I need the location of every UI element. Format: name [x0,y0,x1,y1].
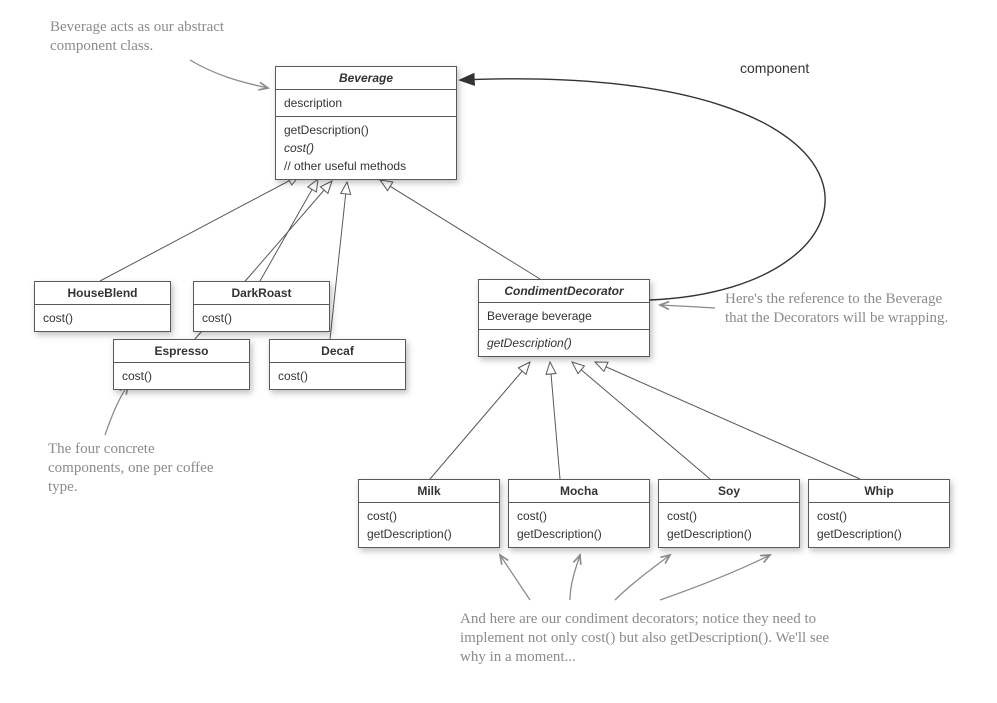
class-method: getDescription() [667,525,791,543]
class-espresso: Espresso cost() [113,339,250,390]
class-method: getDescription() [284,121,448,139]
class-whip: Whip cost() getDescription() [808,479,950,548]
class-method: cost() [284,139,448,157]
class-title: DarkRoast [194,282,329,305]
class-method: cost() [202,309,321,327]
class-title: Beverage [276,67,456,90]
annotation-beverage: Beverage acts as our abstract component … [50,18,270,56]
class-darkroast: DarkRoast cost() [193,281,330,332]
annotation-reference: Here's the reference to the Beverage tha… [725,290,955,328]
annotation-four-concrete: The four concrete components, one per co… [48,440,228,496]
class-condimentdecorator: CondimentDecorator Beverage beverage get… [478,279,650,357]
class-beverage: Beverage description getDescription() co… [275,66,457,180]
class-decaf: Decaf cost() [269,339,406,390]
class-houseblend: HouseBlend cost() [34,281,171,332]
class-method: cost() [817,507,941,525]
class-method: getDescription() [367,525,491,543]
class-method: cost() [43,309,162,327]
class-method: cost() [667,507,791,525]
class-soy: Soy cost() getDescription() [658,479,800,548]
class-method: getDescription() [517,525,641,543]
class-title: Mocha [509,480,649,503]
class-title: Whip [809,480,949,503]
class-method: cost() [367,507,491,525]
class-title: Milk [359,480,499,503]
class-title: Decaf [270,340,405,363]
class-mocha: Mocha cost() getDescription() [508,479,650,548]
class-method: cost() [122,367,241,385]
class-title: HouseBlend [35,282,170,305]
annotation-condiment: And here are our condiment decorators; n… [460,610,840,666]
class-attr: description [284,94,448,112]
component-label: component [740,60,809,76]
class-milk: Milk cost() getDescription() [358,479,500,548]
class-title: Soy [659,480,799,503]
class-method: getDescription() [487,334,641,352]
class-method: // other useful methods [284,157,448,175]
class-attr: Beverage beverage [487,307,641,325]
class-title: Espresso [114,340,249,363]
class-method: getDescription() [817,525,941,543]
class-method: cost() [517,507,641,525]
class-title: CondimentDecorator [479,280,649,303]
class-method: cost() [278,367,397,385]
